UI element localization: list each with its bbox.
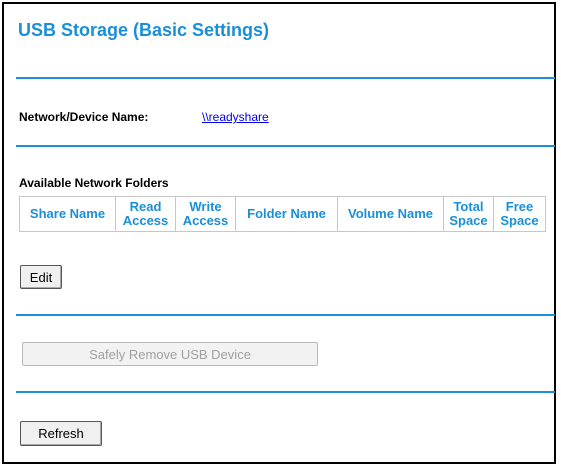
folders-heading: Available Network Folders: [19, 176, 169, 190]
divider: [16, 314, 555, 316]
safely-remove-usb-button[interactable]: Safely Remove USB Device: [22, 342, 318, 366]
column-header-total-space: Total Space: [443, 196, 494, 232]
divider: [16, 77, 555, 79]
column-header-free-space: Free Space: [493, 196, 546, 232]
edit-button[interactable]: Edit: [20, 265, 62, 289]
divider: [16, 145, 555, 147]
column-header-share-name: Share Name: [19, 196, 116, 232]
panel-frame: [2, 2, 556, 464]
divider: [16, 391, 555, 393]
page-title: USB Storage (Basic Settings): [18, 20, 270, 40]
column-header-write-access: Write Access: [175, 196, 236, 232]
folders-table: Share Name Read Access Write Access Fold…: [19, 196, 546, 232]
refresh-button[interactable]: Refresh: [20, 421, 102, 446]
column-header-read-access: Read Access: [115, 196, 176, 232]
device-name-label: Network/Device Name:: [19, 110, 149, 124]
column-header-volume-name: Volume Name: [337, 196, 444, 232]
column-header-folder-name: Folder Name: [235, 196, 338, 232]
device-name-link[interactable]: \\readyshare: [202, 110, 269, 124]
folders-header-row: Share Name Read Access Write Access Fold…: [19, 196, 546, 232]
